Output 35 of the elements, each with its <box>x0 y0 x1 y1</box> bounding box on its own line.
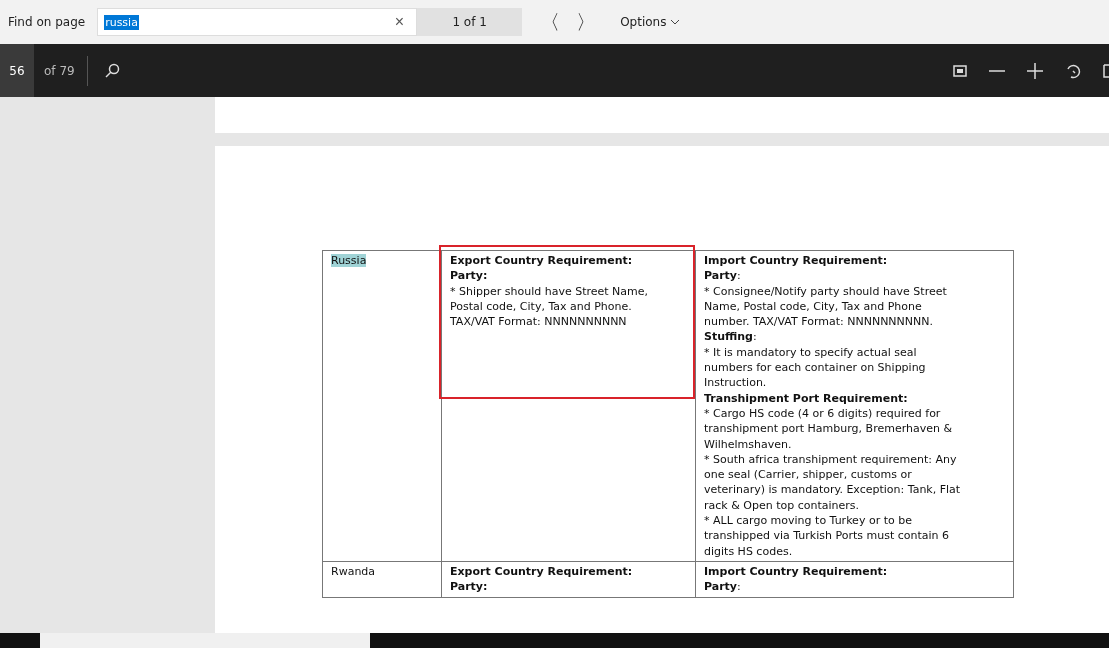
cell-text: * South africa transhipment requirement: Any one seal (Carrier, shipper, customs or veterinary) is mandatory. Exception: Tank, Flat rack & Open top containers. <box>704 451 962 514</box>
clear-button[interactable]: × <box>388 12 411 32</box>
cell-text: Export Country Requirement: <box>450 563 634 580</box>
cell-text: Stuffing: <box>704 329 758 345</box>
page-total: of 79 <box>43 63 76 78</box>
match-count: 1 of 1 <box>417 8 523 36</box>
next-button[interactable]: 〉 <box>568 8 605 36</box>
cell-text: * Shipper should have Street Name, Postal code, City, Tax and Phone. TAX/VAT Format: NNNNNNNNNN <box>450 283 650 330</box>
cell-text: Transhipment Port Requirement: <box>704 390 909 406</box>
cell-text: Party: <box>704 579 742 595</box>
cell-text: Import Country Requirement: <box>704 253 889 269</box>
cell-text: * Consignee/Notify party should have Street Name, Postal code, City, Tax and Phone number. TAX/VAT Format: NNNNNNNNNN. <box>704 283 948 330</box>
cell-text: Party: <box>450 579 489 595</box>
previous-button[interactable]: 〈 <box>532 8 569 36</box>
page-number-field[interactable]: 56 <box>0 44 34 97</box>
rotate-icon[interactable] <box>1065 62 1081 79</box>
country-cell-text: Rwanda <box>331 564 376 578</box>
search-icon[interactable] <box>103 62 120 79</box>
find-label: Find on page <box>7 15 87 29</box>
cell-text: Import Country Requirement: <box>704 563 889 580</box>
cell-text: Export Country Requirement: <box>450 253 634 269</box>
cell-text: * It is mandatory to specify actual seal numbers for each container on Shipping Instruction. <box>704 344 927 391</box>
cell-text: * ALL cargo moving to Turkey or to be transhipped via Turkish Ports must contain 6 digits HS codes. <box>704 513 951 559</box>
cell-text: * Cargo HS code (4 or 6 digits) required for transhipment port Hamburg, Bremerhaven & Wilhelmshaven. <box>704 405 954 452</box>
page-icon[interactable] <box>1103 63 1109 78</box>
caret-icon <box>670 19 681 25</box>
options-button[interactable]: Options <box>614 14 687 30</box>
taskbar-search-field[interactable] <box>40 633 370 648</box>
zoom-in-icon[interactable] <box>1027 62 1043 79</box>
zoom-out-icon[interactable] <box>989 69 1005 72</box>
cell-text: Party: <box>450 268 489 284</box>
search-field[interactable]: russia × <box>97 8 418 36</box>
cell-text: Party: <box>704 268 742 284</box>
fit-page-icon[interactable] <box>953 64 967 77</box>
country-cell-text: Russia <box>331 254 367 267</box>
